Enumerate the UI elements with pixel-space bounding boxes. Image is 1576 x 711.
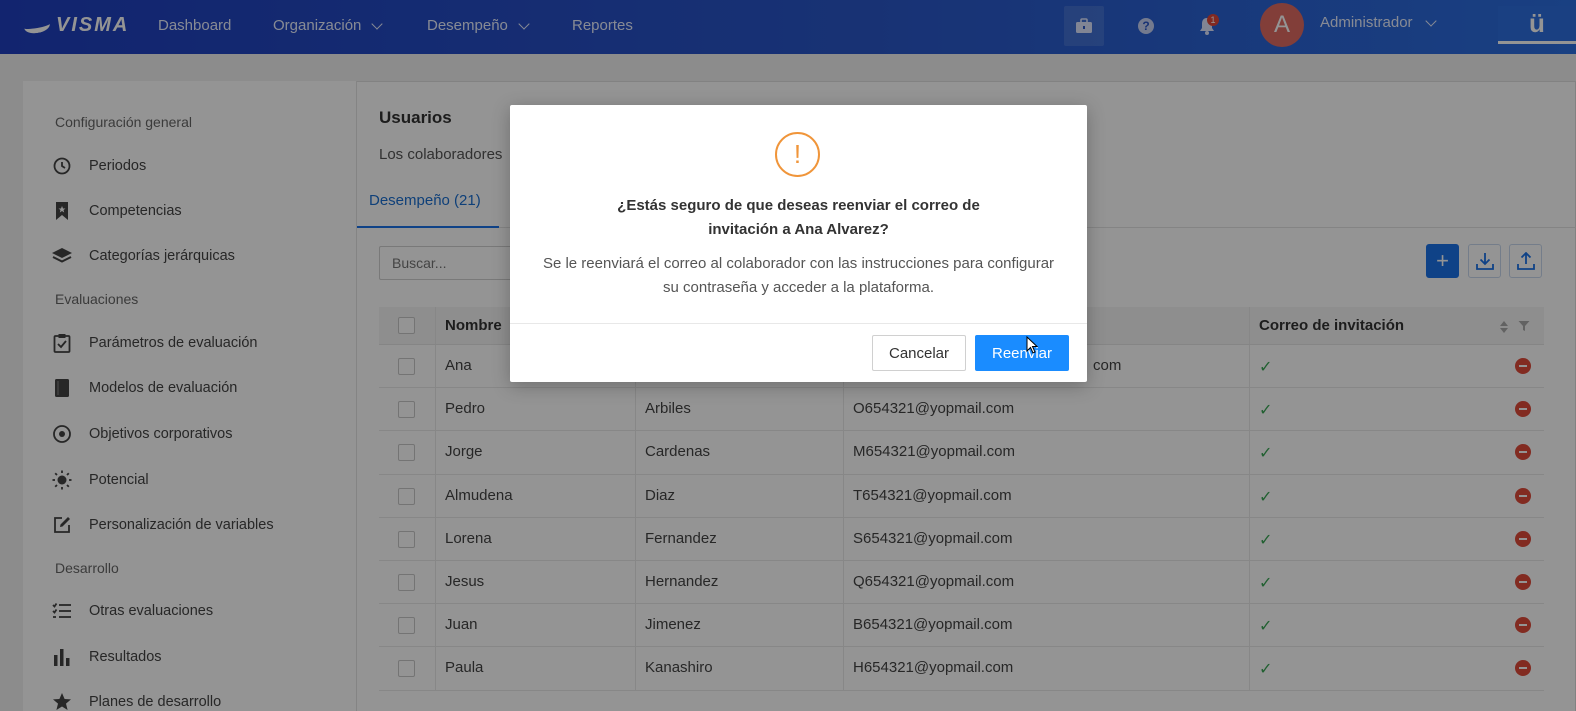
dialog-footer: Cancelar Reenviar — [510, 323, 1087, 382]
resend-button[interactable]: Reenviar — [975, 335, 1069, 371]
confirm-dialog: ! ¿Estás seguro de que deseas reenviar e… — [510, 105, 1087, 382]
dialog-message: Se le reenviará el correo al colaborador… — [542, 255, 1055, 296]
dialog-title: ¿Estás seguro de que deseas reenviar el … — [617, 197, 980, 238]
mouse-cursor-icon — [1026, 336, 1038, 354]
cancel-button[interactable]: Cancelar — [872, 335, 966, 371]
warning-icon: ! — [775, 132, 820, 177]
